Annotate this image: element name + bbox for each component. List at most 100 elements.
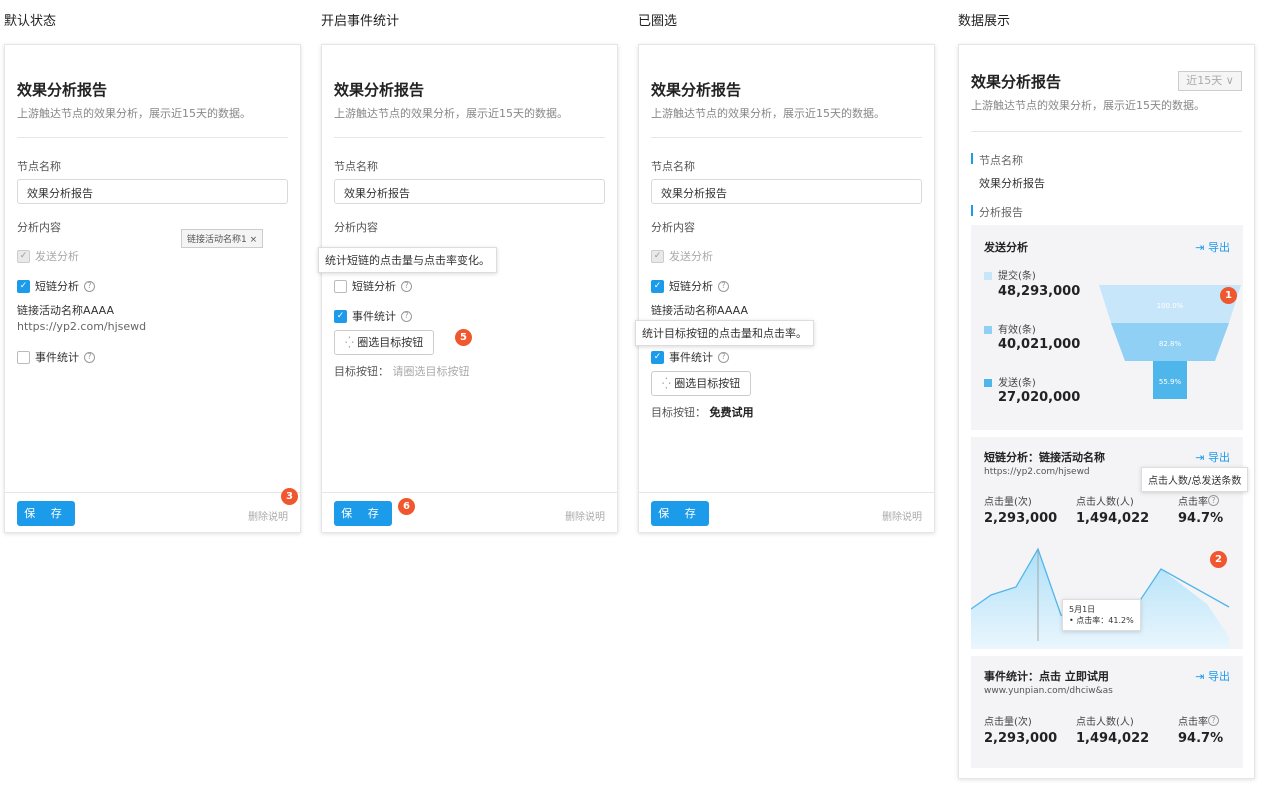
help-icon[interactable]: ? <box>718 280 729 292</box>
content-label: 分析内容 <box>17 221 61 234</box>
save-button[interactable]: 保 存 <box>17 501 75 526</box>
delete-link[interactable]: 删除说明 <box>565 508 605 523</box>
node-name-input[interactable]: 效果分析报告 <box>17 179 288 204</box>
shortlink-option[interactable]: 短链分析 ? <box>334 278 412 294</box>
node-name-label: 节点名称 <box>17 160 61 173</box>
save-button[interactable]: 保 存 <box>651 501 709 526</box>
send-analysis-option[interactable]: ✓ 发送分析 <box>17 248 79 264</box>
hover-value: • 点击率：41.2% <box>1069 616 1134 625</box>
funnel-label-2: 82.8% <box>1159 340 1182 348</box>
step-badge-6: 6 <box>398 498 415 515</box>
event-option[interactable]: 事件统计 ? <box>17 349 95 365</box>
save-button[interactable]: 保 存 <box>334 501 392 526</box>
export-icon: ⇥ <box>1195 670 1205 683</box>
event-option[interactable]: ✓ 事件统计 ? <box>334 308 412 324</box>
event-label: 事件统计 <box>669 351 713 364</box>
export-button[interactable]: ⇥ 导出 <box>1195 668 1230 684</box>
checkbox-checked[interactable]: ✓ <box>334 309 347 323</box>
stat-label: 点击人数(人) <box>1076 717 1134 728</box>
shortlink-option[interactable]: ✓ 短链分析 ? <box>651 278 729 294</box>
legend-sent: 发送(条) <box>984 374 1036 389</box>
column-title-event: 开启事件统计 <box>321 14 400 29</box>
shortlink-option[interactable]: ✓ 短链分析 ? <box>17 278 95 294</box>
card-footer: 保 存 删除说明 <box>5 492 300 532</box>
stat-value: 2,293,000 <box>984 731 1058 746</box>
content-label: 分析内容 <box>334 221 378 234</box>
stat-value: 1,494,022 <box>1076 731 1150 746</box>
section-marker <box>971 205 973 216</box>
target-label: 目标按钮： 请圈选目标按钮 <box>334 363 470 379</box>
stat-label: 点击量(次) <box>984 497 1032 508</box>
export-button[interactable]: ⇥ 导出 <box>1195 449 1230 465</box>
card-subtitle: 上游触达节点的效果分析，展示近15天的数据。 <box>651 107 885 120</box>
checkbox-checked-disabled[interactable]: ✓ <box>651 249 664 263</box>
stat-label: 点击人数(人) <box>1076 497 1134 508</box>
help-icon[interactable]: ? <box>1208 495 1219 506</box>
checkbox-checked[interactable]: ✓ <box>651 279 664 293</box>
help-icon[interactable]: ? <box>401 280 412 292</box>
export-label: 导出 <box>1208 670 1230 683</box>
stat-label: 点击率 <box>1178 497 1208 508</box>
card-subtitle: 上游触达节点的效果分析，展示近15天的数据。 <box>334 107 568 120</box>
step-badge-3: 3 <box>281 488 298 505</box>
funnel-label-1: 100.0% <box>1157 302 1184 310</box>
panel-title: 发送分析 <box>984 241 1028 254</box>
legend-swatch <box>984 272 992 280</box>
node-name-input[interactable]: 效果分析报告 <box>651 179 922 204</box>
step-badge-5: 5 <box>455 329 472 346</box>
link-tag[interactable]: 链接活动名称1 × <box>181 229 264 248</box>
target-label-text: 目标按钮： <box>651 406 706 419</box>
legend-valid: 有效(条) <box>984 321 1036 336</box>
panel-title: 事件统计：点击 立即试用 <box>984 670 1109 683</box>
legend-label: 提交(条) <box>998 271 1036 282</box>
checkbox-checked[interactable]: ✓ <box>17 279 30 293</box>
card-title: 效果分析报告 <box>17 81 108 99</box>
node-name-input[interactable]: 效果分析报告 <box>334 179 605 204</box>
checkbox-unchecked[interactable] <box>17 350 30 364</box>
send-analysis-panel: 发送分析 ⇥ 导出 提交(条) 48,293,000 有效(条) 40,021,… <box>971 225 1243 430</box>
checkbox-checked-disabled[interactable]: ✓ <box>17 249 30 263</box>
submit-value: 48,293,000 <box>998 284 1081 299</box>
shortlink-label: 短链分析 <box>669 280 713 293</box>
stat-value: 2,293,000 <box>984 511 1058 526</box>
circle-select-button[interactable]: ⁛ 圈选目标按钮 <box>651 371 752 396</box>
card-subtitle: 上游触达节点的效果分析，展示近15天的数据。 <box>971 99 1205 112</box>
event-label: 事件统计 <box>352 310 396 323</box>
card-display: 效果分析报告 近15天 ∨ 上游触达节点的效果分析，展示近15天的数据。 节点名… <box>958 44 1255 779</box>
help-icon[interactable]: ? <box>84 280 95 292</box>
export-button[interactable]: ⇥ 导出 <box>1195 239 1230 255</box>
circle-select-button[interactable]: ⁛ 圈选目标按钮 <box>334 330 435 355</box>
legend-label: 有效(条) <box>998 325 1036 336</box>
column-title-selected: 已圈选 <box>638 14 678 29</box>
link-name: 链接活动名称AAAA <box>651 304 749 317</box>
export-label: 导出 <box>1208 241 1230 254</box>
card-event: 效果分析报告 上游触达节点的效果分析，展示近15天的数据。 节点名称 效果分析报… <box>318 44 618 533</box>
card-title: 效果分析报告 <box>651 81 742 99</box>
chevron-down-icon: ∨ <box>1225 74 1234 87</box>
delete-link[interactable]: 删除说明 <box>248 508 288 523</box>
chart-hover-tooltip: 5月1日 • 点击率：41.2% <box>1062 599 1141 631</box>
help-icon[interactable]: ? <box>1208 715 1219 726</box>
checkbox-unchecked[interactable] <box>334 279 347 293</box>
link-name: 链接活动名称AAAA <box>17 304 115 317</box>
help-icon[interactable]: ? <box>718 351 729 363</box>
delete-link[interactable]: 删除说明 <box>882 508 922 523</box>
send-analysis-option[interactable]: ✓ 发送分析 <box>651 248 713 264</box>
help-icon[interactable]: ? <box>401 310 412 322</box>
content-label: 分析内容 <box>651 221 695 234</box>
panel-title: 短链分析：链接活动名称 <box>984 451 1105 464</box>
card-title: 效果分析报告 <box>971 73 1062 91</box>
divider <box>651 137 922 138</box>
panel-url: https://yp2.com/hjsewd <box>984 467 1090 477</box>
checkbox-checked[interactable]: ✓ <box>651 350 664 364</box>
stat-value: 1,494,022 <box>1076 511 1150 526</box>
node-name-label: 节点名称 <box>334 160 378 173</box>
event-label: 事件统计 <box>35 351 79 364</box>
circle-button-label: 圈选目标按钮 <box>357 336 424 349</box>
loading-icon: ⁛ <box>662 377 671 390</box>
help-icon[interactable]: ? <box>84 351 95 363</box>
event-statistics-panel: 事件统计：点击 立即试用 ⇥ 导出 www.yunpian.com/dhciw&… <box>971 656 1243 768</box>
loading-icon: ⁛ <box>345 336 354 349</box>
range-select[interactable]: 近15天 ∨ <box>1178 71 1242 91</box>
event-option[interactable]: ✓ 事件统计 ? <box>651 349 729 365</box>
